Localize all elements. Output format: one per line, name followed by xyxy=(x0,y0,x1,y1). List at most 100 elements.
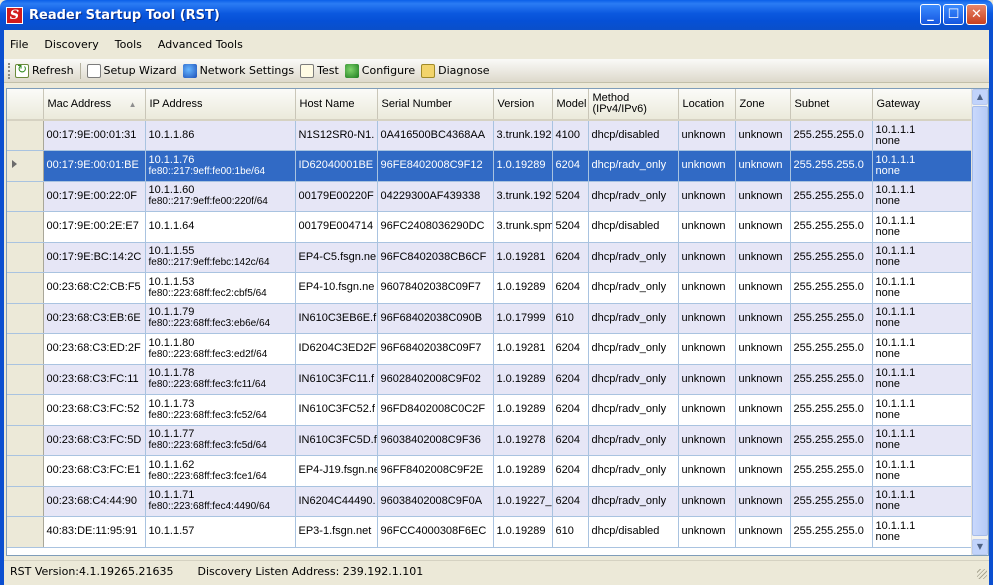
table-row[interactable]: 00:23:68:C3:FC:5D 10.1.1.77 fe80::223:68ff… xyxy=(7,425,973,456)
cell-host[interactable]: EP4-C5.fsgn.ne xyxy=(295,242,378,273)
table-row[interactable]: 00:23:68:C3:FC:E1 10.1.1.62 fe80::223:68ff… xyxy=(7,455,973,487)
cell-zone[interactable]: unknown xyxy=(735,272,791,304)
cell-location[interactable]: unknown xyxy=(678,272,736,304)
cell-host[interactable]: IN6204C44490. xyxy=(295,486,378,517)
cell-version[interactable]: 1.0.19289 xyxy=(493,150,553,182)
cell-location[interactable]: unknown xyxy=(678,181,736,212)
cell-model[interactable]: 6204 xyxy=(552,455,589,487)
cell-method[interactable]: dhcp/radv_only xyxy=(588,242,679,273)
cell-mac[interactable]: 00:23:68:C3:EB:6E xyxy=(43,303,146,334)
cell-ip[interactable]: 10.1.1.80 fe80::223:68ff:fec3:ed2f/64 xyxy=(145,333,296,365)
cell-mac[interactable]: 00:23:68:C3:FC:52 xyxy=(43,394,146,426)
row-header[interactable] xyxy=(7,211,44,243)
cell-model[interactable]: 610 xyxy=(552,303,589,334)
cell-subnet[interactable]: 255.255.255.0 xyxy=(790,516,873,548)
cell-ip[interactable]: 10.1.1.76 fe80::217:9eff:fe00:1be/64 xyxy=(145,150,296,182)
cell-serial[interactable]: 96038402008C9F36 xyxy=(377,425,494,456)
column-header-method[interactable]: Method (IPv4/IPv6) xyxy=(588,89,679,121)
cell-subnet[interactable]: 255.255.255.0 xyxy=(790,333,873,365)
table-row[interactable]: 00:17:9E:00:01:BE 10.1.1.76 fe80::217:9eff… xyxy=(7,150,973,182)
cell-method[interactable]: dhcp/radv_only xyxy=(588,455,679,487)
table-row[interactable]: 00:23:68:C2:CB:F5 10.1.1.53 fe80::223:68ff… xyxy=(7,272,973,304)
cell-serial[interactable]: 04229300AF439338 xyxy=(377,181,494,212)
cell-gateway[interactable]: 10.1.1.1 none xyxy=(872,455,973,487)
cell-ip[interactable]: 10.1.1.78 fe80::223:68ff:fec3:fc11/64 xyxy=(145,364,296,395)
cell-version[interactable]: 3.trunk.192 xyxy=(493,120,553,151)
column-header-ip[interactable]: IP Address xyxy=(145,89,296,121)
cell-version[interactable]: 1.0.19289 xyxy=(493,272,553,304)
cell-method[interactable]: dhcp/radv_only xyxy=(588,425,679,456)
cell-mac[interactable]: 00:23:68:C4:44:90 xyxy=(43,486,146,517)
cell-location[interactable]: unknown xyxy=(678,333,736,365)
menu-advanced-tools[interactable]: Advanced Tools xyxy=(150,38,251,51)
row-header[interactable] xyxy=(7,120,44,151)
cell-model[interactable]: 5204 xyxy=(552,211,589,243)
row-header[interactable] xyxy=(7,394,44,426)
column-header-subnet[interactable]: Subnet xyxy=(790,89,873,121)
row-header[interactable] xyxy=(7,272,44,304)
column-header-version[interactable]: Version xyxy=(493,89,553,121)
cell-subnet[interactable]: 255.255.255.0 xyxy=(790,272,873,304)
cell-gateway[interactable]: 10.1.1.1 none xyxy=(872,120,973,151)
cell-zone[interactable]: unknown xyxy=(735,425,791,456)
cell-host[interactable]: IN610C3FC52.f xyxy=(295,394,378,426)
row-header[interactable] xyxy=(7,364,44,395)
cell-subnet[interactable]: 255.255.255.0 xyxy=(790,181,873,212)
cell-gateway[interactable]: 10.1.1.1 none xyxy=(872,486,973,517)
cell-ip[interactable]: 10.1.1.62 fe80::223:68ff:fec3:fce1/64 xyxy=(145,455,296,487)
cell-location[interactable]: unknown xyxy=(678,425,736,456)
cell-zone[interactable]: unknown xyxy=(735,333,791,365)
cell-host[interactable]: EP4-J19.fsgn.ne xyxy=(295,455,378,487)
column-header-location[interactable]: Location xyxy=(678,89,736,121)
vertical-scrollbar[interactable]: ▲ ▼ xyxy=(971,89,988,555)
table-row[interactable]: 40:83:DE:11:95:91 10.1.1.57 EP3-1.fsgn.net… xyxy=(7,516,973,548)
cell-ip[interactable]: 10.1.1.53 fe80::223:68ff:fec2:cbf5/64 xyxy=(145,272,296,304)
cell-version[interactable]: 1.0.19278 xyxy=(493,425,553,456)
cell-subnet[interactable]: 255.255.255.0 xyxy=(790,242,873,273)
cell-model[interactable]: 6204 xyxy=(552,242,589,273)
cell-ip[interactable]: 10.1.1.71 fe80::223:68ff:fec4:4490/64 xyxy=(145,486,296,517)
cell-gateway[interactable]: 10.1.1.1 none xyxy=(872,272,973,304)
cell-location[interactable]: unknown xyxy=(678,516,736,548)
table-row[interactable]: 00:17:9E:00:01:31 10.1.1.86 N1S12SR0-N1. 0A… xyxy=(7,120,973,151)
cell-model[interactable]: 6204 xyxy=(552,272,589,304)
cell-method[interactable]: dhcp/radv_only xyxy=(588,333,679,365)
row-header[interactable] xyxy=(7,333,44,365)
cell-host[interactable]: 00179E004714 xyxy=(295,211,378,243)
row-header[interactable] xyxy=(7,425,44,456)
row-header[interactable] xyxy=(7,242,44,273)
table-row[interactable]: 00:23:68:C3:ED:2F 10.1.1.80 fe80::223:68ff… xyxy=(7,333,973,365)
cell-gateway[interactable]: 10.1.1.1 none xyxy=(872,425,973,456)
cell-mac[interactable]: 00:17:9E:00:01:31 xyxy=(43,120,146,151)
setup-wizard-button[interactable]: Setup Wizard xyxy=(86,63,177,78)
configure-button[interactable]: Configure xyxy=(344,63,415,78)
cell-gateway[interactable]: 10.1.1.1 none xyxy=(872,364,973,395)
cell-method[interactable]: dhcp/radv_only xyxy=(588,272,679,304)
cell-subnet[interactable]: 255.255.255.0 xyxy=(790,425,873,456)
table-row[interactable]: 00:17:9E:00:2E:E7 10.1.1.64 00179E004714 96… xyxy=(7,211,973,243)
resize-grip[interactable] xyxy=(977,569,987,579)
cell-ip[interactable]: 10.1.1.64 xyxy=(145,211,296,243)
cell-serial[interactable]: 96028402008C9F02 xyxy=(377,364,494,395)
table-row[interactable]: 00:23:68:C4:44:90 10.1.1.71 fe80::223:68ff… xyxy=(7,486,973,517)
row-header[interactable] xyxy=(7,150,44,182)
cell-version[interactable]: 3.trunk.spm xyxy=(493,211,553,243)
cell-mac[interactable]: 00:17:9E:00:22:0F xyxy=(43,181,146,212)
cell-serial[interactable]: 96FC8402038CB6CF xyxy=(377,242,494,273)
cell-host[interactable]: IN610C3FC5D.f xyxy=(295,425,378,456)
close-button[interactable]: ✕ xyxy=(966,4,987,25)
column-header-gateway[interactable]: Gateway xyxy=(872,89,973,121)
cell-subnet[interactable]: 255.255.255.0 xyxy=(790,364,873,395)
cell-model[interactable]: 4100 xyxy=(552,120,589,151)
cell-serial[interactable]: 0A416500BC4368AA xyxy=(377,120,494,151)
scroll-thumb[interactable] xyxy=(972,106,988,536)
cell-zone[interactable]: unknown xyxy=(735,364,791,395)
cell-model[interactable]: 610 xyxy=(552,516,589,548)
cell-host[interactable]: EP4-10.fsgn.ne xyxy=(295,272,378,304)
cell-zone[interactable]: unknown xyxy=(735,211,791,243)
cell-method[interactable]: dhcp/radv_only xyxy=(588,150,679,182)
cell-ip[interactable]: 10.1.1.77 fe80::223:68ff:fec3:fc5d/64 xyxy=(145,425,296,456)
cell-serial[interactable]: 96FE8402008C9F12 xyxy=(377,150,494,182)
cell-serial[interactable]: 96FF8402008C9F2E xyxy=(377,455,494,487)
row-header[interactable] xyxy=(7,486,44,517)
